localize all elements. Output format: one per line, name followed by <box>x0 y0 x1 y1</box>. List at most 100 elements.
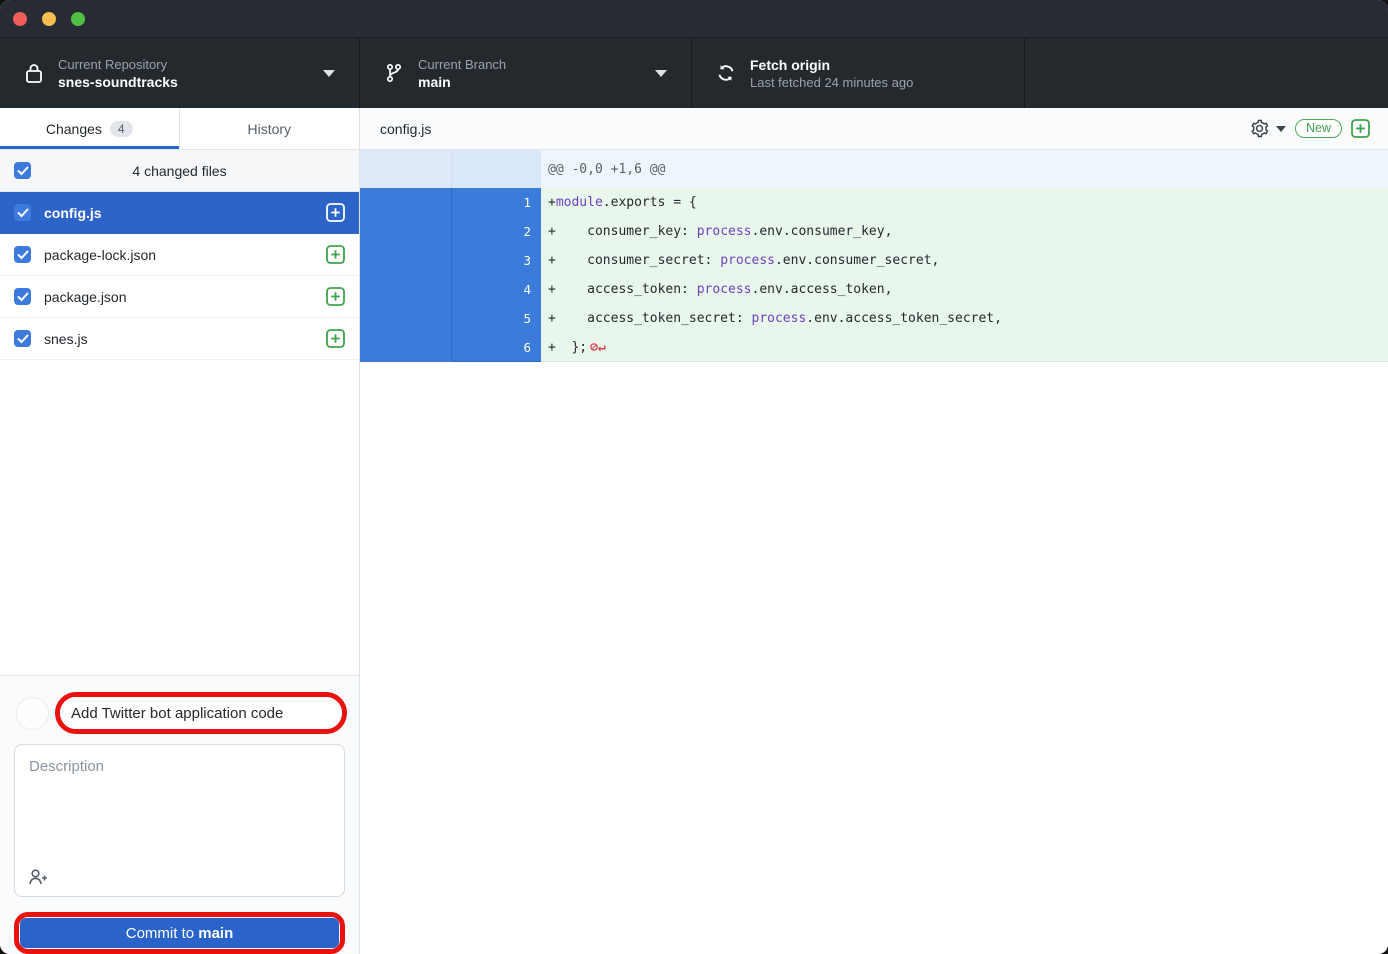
diff-lines: 1 +module.exports = { 2 + consumer_key: … <box>360 188 1388 362</box>
commit-description-input[interactable] <box>15 745 344 857</box>
diff-gutter-old[interactable] <box>360 333 452 362</box>
commit-panel: Add Twitter bot application code Commit … <box>0 675 359 954</box>
diff-pane: config.js New @@ -0,0 +1,6 @@ <box>360 108 1388 954</box>
traffic-lights <box>13 12 85 26</box>
diff-code-line: + consumer_secret: process.env.consumer_… <box>541 246 1388 275</box>
file-name: package.json <box>44 289 313 305</box>
content-area: Changes 4 History 4 changed files config… <box>0 108 1388 954</box>
file-row[interactable]: config.js <box>0 192 359 234</box>
tab-changes-label: Changes <box>46 121 102 137</box>
diff-code-line: + consumer_key: process.env.consumer_key… <box>541 217 1388 246</box>
diff-options-dropdown[interactable] <box>1249 118 1286 139</box>
plus-square-icon <box>326 203 345 222</box>
file-list-empty-space <box>0 360 359 675</box>
diff-gutter-old <box>360 150 452 188</box>
diff-gutter-new <box>452 150 541 188</box>
fetch-origin-button[interactable]: Fetch origin Last fetched 24 minutes ago <box>692 38 1025 108</box>
file-checkbox-checked[interactable] <box>14 288 31 305</box>
file-row[interactable]: package-lock.json <box>0 234 359 276</box>
file-list: config.js package-lock.json package.json… <box>0 192 359 360</box>
plus-square-icon <box>326 245 345 264</box>
file-name: config.js <box>44 205 313 221</box>
commit-summary-row: Add Twitter bot application code <box>16 692 347 734</box>
minimize-window-button[interactable] <box>42 12 56 26</box>
changed-files-label: 4 changed files <box>132 163 226 179</box>
chevron-down-icon <box>1276 126 1286 132</box>
current-branch-value: main <box>418 74 655 90</box>
file-checkbox-checked[interactable] <box>14 204 31 221</box>
diff-hunk-header: @@ -0,0 +1,6 @@ <box>541 150 1388 188</box>
diff-line-number[interactable]: 6 <box>452 333 541 362</box>
diff-header: config.js New <box>360 108 1388 150</box>
git-branch-icon <box>382 62 406 84</box>
diff-gutter-old[interactable] <box>360 304 452 333</box>
diff-code-line: + access_token: process.env.access_token… <box>541 275 1388 304</box>
current-repository-label: Current Repository <box>58 57 323 72</box>
sync-icon <box>714 62 738 84</box>
file-checkbox-checked[interactable] <box>14 330 31 347</box>
diff-line-number[interactable]: 4 <box>452 275 541 304</box>
diff-hunk-row: @@ -0,0 +1,6 @@ <box>360 150 1388 188</box>
toolbar-empty-area <box>1025 38 1388 108</box>
add-coauthor-icon[interactable] <box>28 868 49 886</box>
commit-description-box <box>14 744 345 897</box>
toolbar: Current Repository snes-soundtracks Curr… <box>0 38 1388 108</box>
plus-square-icon <box>326 329 345 348</box>
tab-history-label: History <box>247 121 291 137</box>
current-branch-label: Current Branch <box>418 57 655 72</box>
diff-added-line: 5 + access_token_secret: process.env.acc… <box>360 304 1388 333</box>
gear-icon <box>1249 118 1270 139</box>
file-row[interactable]: package.json <box>0 276 359 318</box>
file-checkbox-checked[interactable] <box>14 246 31 263</box>
diff-file-title: config.js <box>380 121 1249 137</box>
avatar <box>16 697 49 730</box>
tab-history[interactable]: History <box>180 108 360 149</box>
changed-files-header: 4 changed files <box>0 150 359 192</box>
diff-line-number[interactable]: 3 <box>452 246 541 275</box>
diff-code-line: + access_token_secret: process.env.acces… <box>541 304 1388 333</box>
file-row[interactable]: snes.js <box>0 318 359 360</box>
fetch-origin-subtitle: Last fetched 24 minutes ago <box>750 75 1024 90</box>
file-name: snes.js <box>44 331 313 347</box>
lock-icon <box>22 62 46 84</box>
diff-gutter-old[interactable] <box>360 188 452 217</box>
diff-controls: New <box>1249 118 1370 139</box>
commit-to-main-button[interactable]: Commit to main <box>20 918 339 948</box>
diff-code-line: + };⊘↵ <box>541 333 1388 362</box>
changes-count-badge: 4 <box>110 121 133 137</box>
plus-square-icon[interactable] <box>1351 119 1370 138</box>
file-name: package-lock.json <box>44 247 313 263</box>
diff-added-line: 6 + };⊘↵ <box>360 333 1388 362</box>
annotation-highlight-summary: Add Twitter bot application code <box>55 692 347 734</box>
diff-body: @@ -0,0 +1,6 @@ 1 +module.exports = { 2 … <box>360 150 1388 954</box>
plus-square-icon <box>326 287 345 306</box>
diff-line-number[interactable]: 5 <box>452 304 541 333</box>
diff-added-line: 1 +module.exports = { <box>360 188 1388 217</box>
diff-gutter-old[interactable] <box>360 275 452 304</box>
chevron-down-icon <box>323 70 335 77</box>
zoom-window-button[interactable] <box>71 12 85 26</box>
diff-gutter-old[interactable] <box>360 217 452 246</box>
titlebar <box>0 0 1388 38</box>
commit-branch-name: main <box>198 925 233 942</box>
diff-added-line: 3 + consumer_secret: process.env.consume… <box>360 246 1388 275</box>
select-all-checkbox[interactable] <box>14 162 31 179</box>
commit-summary-input[interactable]: Add Twitter bot application code <box>60 697 342 729</box>
diff-added-line: 4 + access_token: process.env.access_tok… <box>360 275 1388 304</box>
current-branch-dropdown[interactable]: Current Branch main <box>360 38 692 108</box>
tab-changes[interactable]: Changes 4 <box>0 108 180 149</box>
app-window: Current Repository snes-soundtracks Curr… <box>0 0 1388 954</box>
diff-line-number[interactable]: 1 <box>452 188 541 217</box>
close-window-button[interactable] <box>13 12 27 26</box>
diff-gutter-old[interactable] <box>360 246 452 275</box>
sidebar: Changes 4 History 4 changed files config… <box>0 108 360 954</box>
current-repository-dropdown[interactable]: Current Repository snes-soundtracks <box>0 38 360 108</box>
diff-added-line: 2 + consumer_key: process.env.consumer_k… <box>360 217 1388 246</box>
diff-line-number[interactable]: 2 <box>452 217 541 246</box>
chevron-down-icon <box>655 70 667 77</box>
current-repository-value: snes-soundtracks <box>58 74 323 90</box>
file-status-new-badge: New <box>1295 119 1342 138</box>
diff-code-line: +module.exports = { <box>541 188 1388 217</box>
sidebar-tabbar: Changes 4 History <box>0 108 359 150</box>
annotation-highlight-commit-button: Commit to main <box>14 912 345 954</box>
